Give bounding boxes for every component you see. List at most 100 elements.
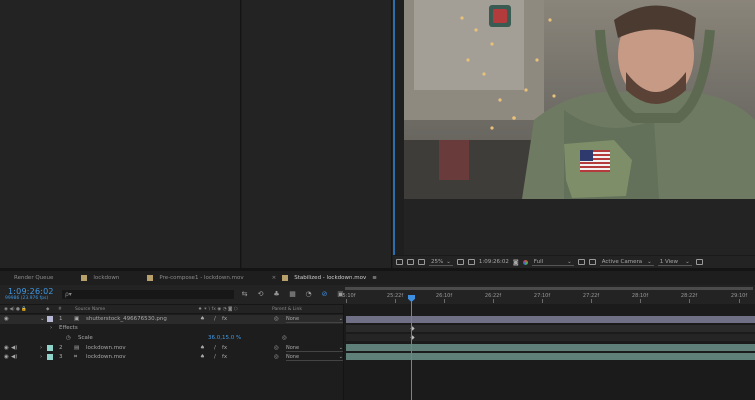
parent-value: None [286,354,300,360]
eye-icon[interactable]: ◉ [4,345,9,351]
layer-row[interactable]: ◉ ◀) › 3 ⌗ lockdown.mov ♠ / fx ◎ None ⌄ [0,353,344,362]
expand-arrow-icon[interactable]: ⌄ [40,316,45,322]
transparency-icon[interactable] [588,259,596,265]
current-time-display[interactable]: 1:09:26:02 [8,287,54,296]
image-icon: ▣ [74,316,80,322]
eye-icon[interactable]: ◉ [4,354,9,360]
camera-icon[interactable]: ◙ [513,259,519,266]
label-color[interactable] [47,354,53,360]
expand-arrow-icon[interactable]: › [40,345,42,351]
roi-icon[interactable] [577,259,585,265]
view-value: 1 View [659,258,679,265]
effects-switch-icon[interactable]: fx [222,354,227,360]
shy-layers-icon[interactable]: ♣ [272,289,281,298]
parent-link-header: Parent & Link [272,307,302,312]
graph-editor-icon[interactable]: ⊘ [320,289,329,298]
effects-panel [242,0,392,268]
parent-pickwhip-icon[interactable]: ◎ [274,345,279,351]
view-select[interactable]: 1 View ⌄ [657,258,692,266]
mask-icon[interactable] [418,259,425,265]
project-panel [0,0,241,268]
tab-lockdown[interactable]: lockdown [67,271,133,285]
quality-switch-icon[interactable]: / [214,354,216,360]
toggle-view-icon[interactable] [695,259,703,265]
motion-blur-icon[interactable]: ◔ [304,289,313,298]
label-header-icon: ◆ [46,307,50,312]
viewer-toolbar: 25% ⌄ 1:09:26:02 ◙ Full ⌄ Active Camera ⌄ 1… [393,255,755,268]
layer-row[interactable]: ◉ ⌄ 1 ▣ shutterstock_496676530.png ♠ / f… [0,315,344,324]
timeline-header: 1:09:26:02 99986 (23.976 fps) ρ▾ ⇆ ⟲ ♣ ▦… [0,285,344,304]
zoom-select[interactable]: 25% ⌄ [429,259,453,266]
switches-header: ♠ ✶ \ fx ◉ ◔ ◙ ⬡ [198,307,238,312]
color-channels-icon[interactable] [522,259,528,265]
tab-stabilized[interactable]: × Stabilized - lockdown.mov ≡ [258,271,391,285]
parent-value: None [286,316,300,322]
work-area-bar[interactable] [345,287,753,290]
viewer-time[interactable]: 1:09:26:02 [479,259,509,265]
tab-pre-compose1[interactable]: Pre-compose1 - lockdown.mov [133,271,257,285]
source-name-header[interactable]: Source Name [75,307,105,312]
draft-3d-icon[interactable]: ⟲ [256,289,265,298]
shy-switch-icon[interactable]: ♠ [200,345,205,351]
quality-switch-icon[interactable]: / [214,345,216,351]
footage-icon: ▤ [74,345,80,351]
scale-property-row[interactable]: ◷ Scale 36.0,15.0 % ◎ [0,334,343,343]
chevron-down-icon: ⌄ [446,258,451,265]
effects-switch-icon[interactable]: fx [222,345,227,351]
layer-search-input[interactable]: ρ▾ [62,290,234,299]
effects-group-row[interactable]: › Effects [0,324,343,333]
ruler-tick [739,299,740,303]
parent-dropdown[interactable]: None ⌄ [286,316,344,323]
region-icon[interactable] [456,259,464,265]
expand-arrow-icon[interactable]: › [50,325,52,331]
effects-switch-icon[interactable]: fx [222,316,227,322]
audio-icon[interactable]: ◀) [11,354,17,360]
label-color[interactable] [47,316,53,322]
zoom-value: 25% [431,258,444,265]
tab-label: Pre-compose1 - lockdown.mov [159,275,244,281]
grid-icon[interactable] [407,259,414,265]
expression-pickwhip-icon[interactable]: ◎ [282,335,287,341]
parent-pickwhip-icon[interactable]: ◎ [274,316,279,322]
layer-row[interactable]: ◉ ◀) › 2 ▤ lockdown.mov ♠ / fx ◎ None ⌄ [0,344,344,353]
audio-icon[interactable]: ◀) [11,345,17,351]
layer-3-bar[interactable] [346,353,755,360]
number-header: # [58,307,62,312]
layer-2-bar[interactable] [346,344,755,351]
scale-value[interactable]: 36.0,15.0 % [208,335,241,341]
chevron-down-icon: ⌄ [685,258,690,265]
frame-blending-icon[interactable]: ▦ [288,289,297,298]
shy-switch-icon[interactable]: ♠ [200,316,205,322]
tab-menu-icon[interactable]: ≡ [372,275,377,281]
parent-pickwhip-icon[interactable]: ◎ [274,354,279,360]
label-color[interactable] [47,345,53,351]
viewer-frame[interactable] [404,0,755,199]
time-ruler[interactable]: 5:10f 25:22f 26:10f 26:22f 27:10f 27:22f… [343,285,755,304]
quality-switch-icon[interactable]: / [214,316,216,322]
expand-arrow-icon[interactable]: › [40,354,42,360]
eye-icon[interactable]: ◉ [4,316,9,322]
precomp-icon: ⌗ [74,354,78,360]
camera-select[interactable]: Active Camera ⌄ [599,259,654,266]
monitor-icon[interactable] [396,259,403,265]
resolution-select[interactable]: Full ⌄ [531,258,574,266]
parent-dropdown[interactable]: None ⌄ [286,354,344,361]
stopwatch-icon[interactable]: ◷ [66,335,71,341]
composition-viewer[interactable]: 25% ⌄ 1:09:26:02 ◙ Full ⌄ Active Camera ⌄ 1… [393,0,755,268]
chevron-down-icon: ⌄ [567,258,572,265]
scale-track-bar [346,334,755,341]
tab-render-queue[interactable]: Render Queue [0,271,67,285]
composition-navigator-icon[interactable]: ⇆ [240,289,249,298]
timeline-tracks[interactable] [343,304,755,400]
close-icon[interactable]: × [272,275,277,281]
ruler-tick [542,299,543,303]
parent-dropdown[interactable]: None ⌄ [286,345,344,352]
layer-1-bar[interactable] [346,316,755,323]
after-effects-window: 25% ⌄ 1:09:26:02 ◙ Full ⌄ Active Camera ⌄ 1… [0,0,755,400]
playhead-line[interactable] [411,295,412,400]
layer-name[interactable]: lockdown.mov [86,354,126,360]
shy-switch-icon[interactable]: ♠ [200,354,205,360]
layer-name[interactable]: lockdown.mov [86,345,126,351]
checkerboard-icon[interactable] [467,259,475,265]
layer-name[interactable]: shutterstock_496676530.png [86,316,167,322]
